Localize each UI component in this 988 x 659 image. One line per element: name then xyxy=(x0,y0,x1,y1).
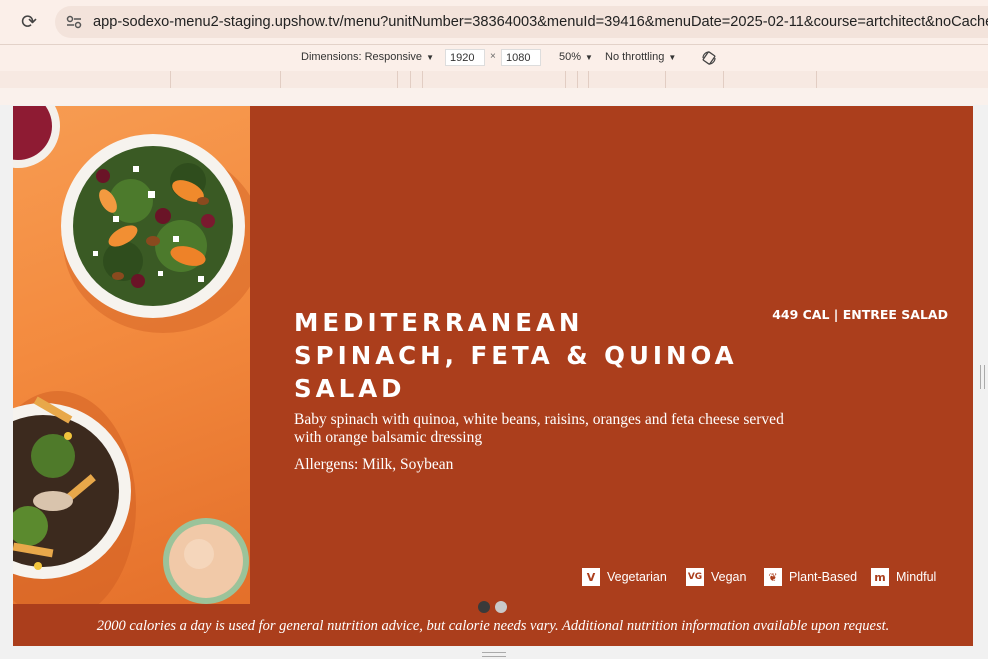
diet-tag-label: Vegetarian xyxy=(607,570,667,584)
leaf-icon: ❦ xyxy=(764,568,782,586)
diet-tag-vegan: VG Vegan xyxy=(686,568,746,586)
ruler-tick xyxy=(816,71,817,88)
food-photo xyxy=(13,106,250,604)
vegetarian-icon: V xyxy=(582,568,600,586)
diet-tag-mindful: m Mindful xyxy=(871,568,936,586)
devtools-device-toolbar: Dimensions: Responsive ▼ 1920 × 1080 50% ▼… xyxy=(0,45,988,72)
ruler-tick xyxy=(170,71,171,88)
carousel-dots xyxy=(478,601,507,613)
title-line: SPINACH, FETA & QUINOA xyxy=(294,341,738,370)
carousel-dot-active[interactable] xyxy=(478,601,490,613)
url-text[interactable]: app-sodexo-menu2-staging.upshow.tv/menu?… xyxy=(93,14,988,30)
rotate-icon[interactable] xyxy=(700,49,718,67)
diet-tag-label: Plant-Based xyxy=(789,570,858,584)
ruler-strip xyxy=(0,88,988,105)
menu-item-title: MEDITERRANEAN SPINACH, FETA & QUINOA SAL… xyxy=(294,306,814,405)
site-info-icon[interactable] xyxy=(63,11,85,33)
chevron-down-icon: ▼ xyxy=(426,53,434,62)
viewport-resize-handle-bottom[interactable] xyxy=(482,652,506,657)
ruler-tick xyxy=(422,71,423,88)
ruler-tick xyxy=(577,71,578,88)
chevron-down-icon: ▼ xyxy=(668,53,677,62)
reload-icon[interactable]: ⟳ xyxy=(16,9,42,35)
url-field[interactable]: app-sodexo-menu2-staging.upshow.tv/menu?… xyxy=(55,6,988,38)
diet-tag-vegetarian: V Vegetarian xyxy=(582,568,667,586)
dimensions-dropdown[interactable]: Dimensions: Responsive ▼ xyxy=(301,51,434,63)
times-separator: × xyxy=(490,51,496,62)
zoom-dropdown[interactable]: 50% ▼ xyxy=(559,51,593,63)
ruler-tick xyxy=(665,71,666,88)
diet-tag-plant-based: ❦ Plant-Based xyxy=(764,568,857,586)
diet-tag-label: Mindful xyxy=(896,570,937,584)
title-line: MEDITERRANEAN xyxy=(294,308,584,337)
diet-tag-label: Vegan xyxy=(711,570,747,584)
calorie-info: 449 CAL | ENTREE SALAD xyxy=(772,307,948,322)
menu-item-description: Baby spinach with quinoa, white beans, r… xyxy=(294,411,784,446)
ruler-tick xyxy=(280,71,281,88)
vegan-icon: VG xyxy=(686,568,704,586)
ruler-tick xyxy=(723,71,724,88)
height-input[interactable]: 1080 xyxy=(501,49,541,66)
ruler-tick xyxy=(565,71,566,88)
media-query-ruler[interactable] xyxy=(0,71,988,89)
viewport-resize-handle-right[interactable] xyxy=(980,365,985,389)
throttling-label: No throttling xyxy=(605,51,665,63)
allergens-text: Allergens: Milk, Soybean xyxy=(294,456,454,473)
salad-illustration xyxy=(13,106,250,604)
ruler-tick xyxy=(588,71,589,88)
throttling-dropdown[interactable]: No throttling ▼ xyxy=(605,51,676,63)
width-input[interactable]: 1920 xyxy=(445,49,485,66)
nutrition-disclaimer: 2000 calories a day is used for general … xyxy=(96,618,890,634)
dimensions-label: Dimensions: Responsive xyxy=(301,51,423,63)
ruler-tick xyxy=(397,71,398,88)
carousel-dot[interactable] xyxy=(495,601,507,613)
browser-address-bar: ⟳ app-sodexo-menu2-staging.upshow.tv/men… xyxy=(0,0,988,45)
mindful-icon: m xyxy=(871,568,889,586)
menu-board: MEDITERRANEAN SPINACH, FETA & QUINOA SAL… xyxy=(13,106,973,646)
chevron-down-icon: ▼ xyxy=(585,53,593,62)
title-line: SALAD xyxy=(294,374,406,403)
ruler-tick xyxy=(410,71,411,88)
zoom-label: 50% xyxy=(559,51,582,63)
